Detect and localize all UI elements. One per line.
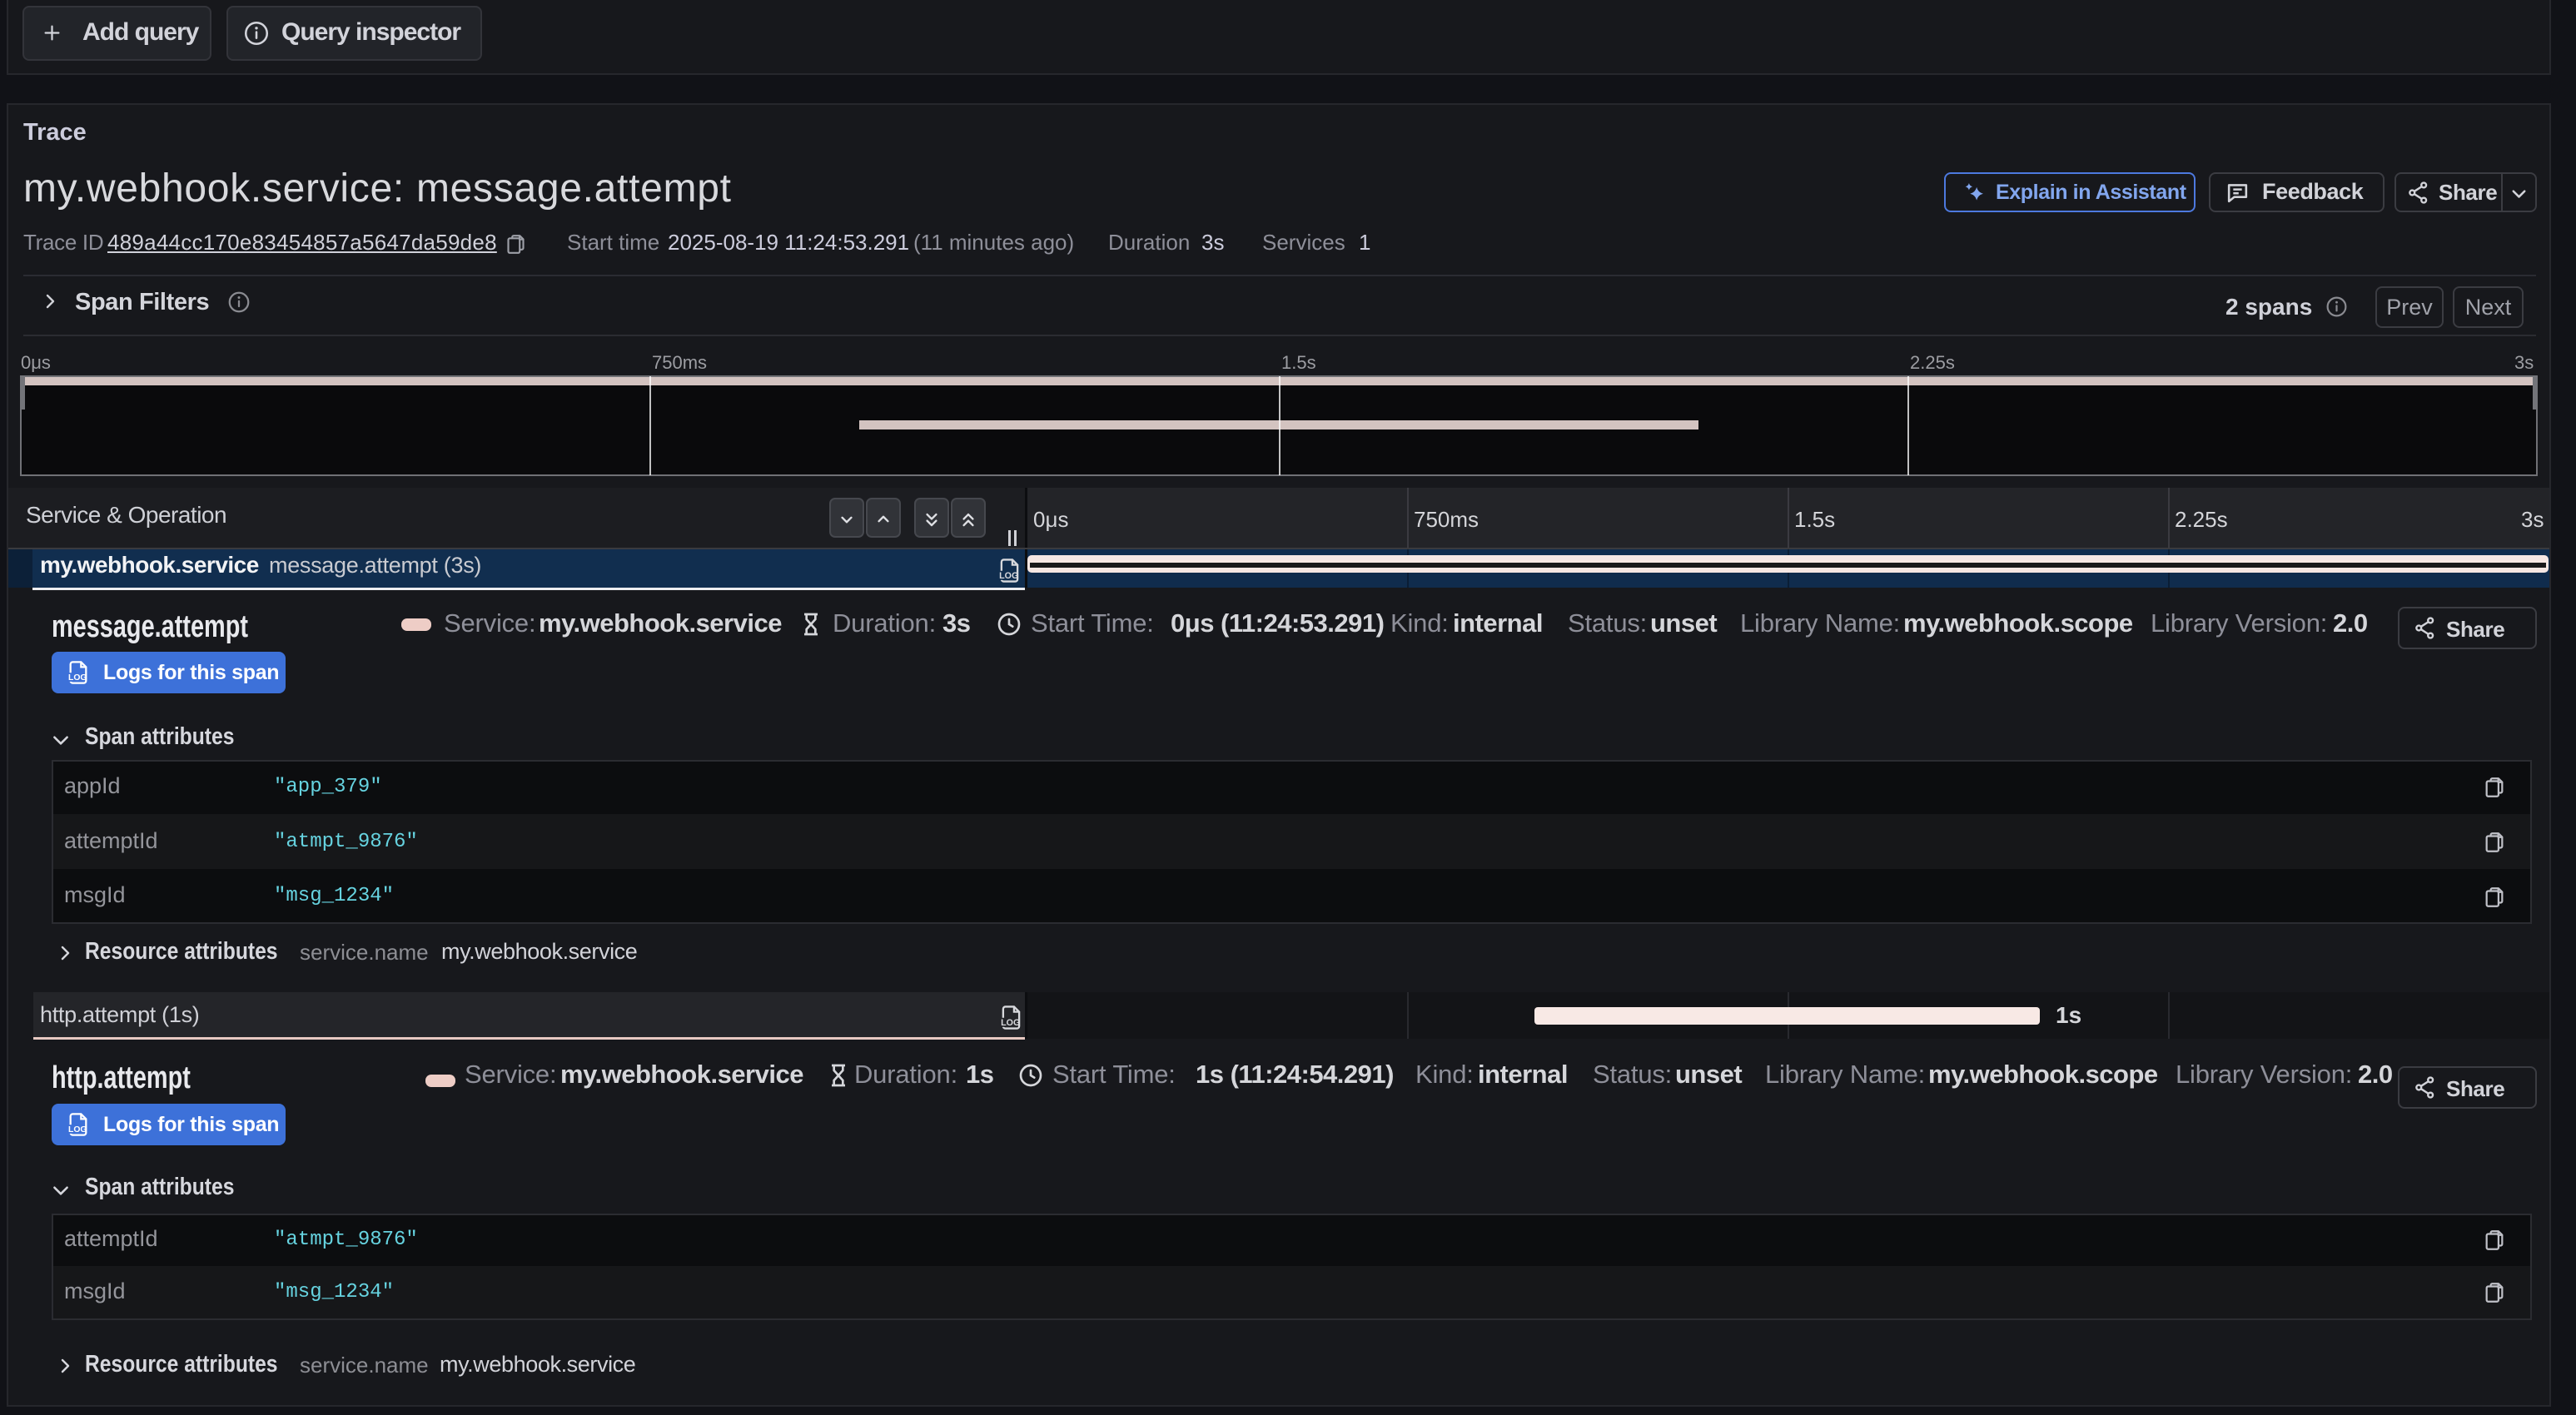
svg-text:LOG: LOG <box>999 571 1018 581</box>
svg-text:LOG: LOG <box>1001 1018 1020 1028</box>
svg-text:LOG: LOG <box>68 1125 87 1134</box>
svg-text:LOG: LOG <box>68 673 87 683</box>
